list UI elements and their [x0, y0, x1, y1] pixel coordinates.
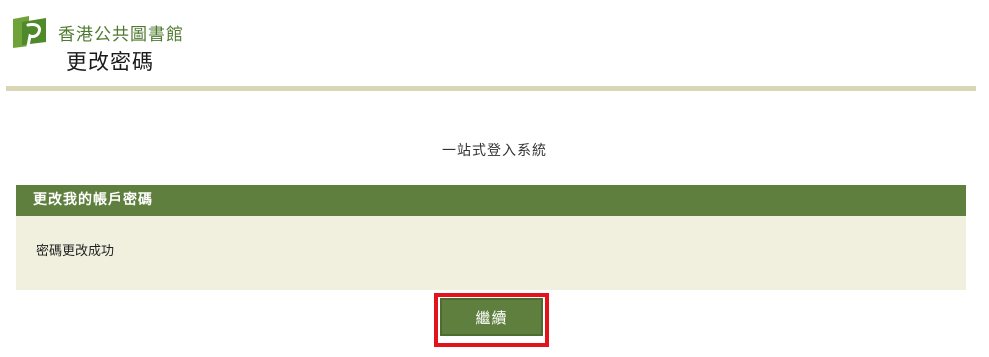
page-title: 更改密碼: [66, 50, 154, 74]
success-message: 密碼更改成功: [36, 244, 115, 259]
header-divider: [6, 86, 976, 91]
continue-button[interactable]: 繼續: [440, 298, 543, 336]
page-header: 香港公共圖書館 更改密碼: [0, 0, 989, 91]
system-title: 一站式登入系統: [442, 143, 547, 159]
panel-title: 更改我的帳戶密碼: [16, 185, 966, 216]
page: 香港公共圖書館 更改密碼 一站式登入系統 更改我的帳戶密碼 密碼更改成功 繼續: [0, 0, 989, 357]
hkpl-logo-icon: [10, 14, 50, 50]
change-password-panel: 更改我的帳戶密碼 密碼更改成功: [16, 185, 966, 290]
organization-name: 香港公共圖書館: [58, 25, 184, 45]
